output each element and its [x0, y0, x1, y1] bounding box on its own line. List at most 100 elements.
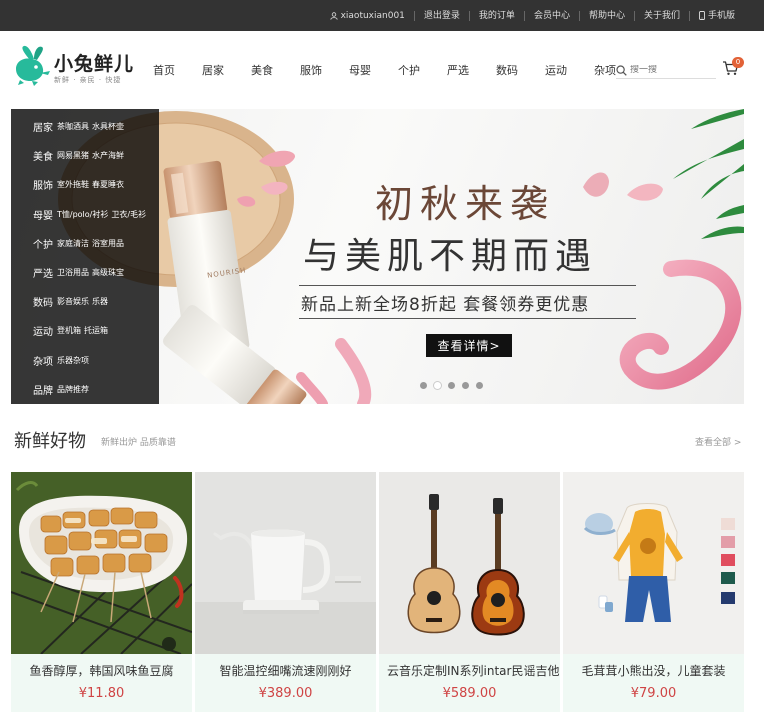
nav-item-sports[interactable]: 运动	[545, 62, 567, 78]
side-menu-item-misc[interactable]: 杂项 乐器杂项	[11, 346, 159, 375]
side-menu-category[interactable]: 运动	[33, 323, 53, 338]
product-price: ¥589.00	[442, 686, 497, 701]
side-menu-item-home[interactable]: 居家 茶咖酒具 水具杯壶	[11, 112, 159, 141]
side-menu-item-personal-care[interactable]: 个护 家庭清洁 浴室用品	[11, 229, 159, 258]
side-menu-category[interactable]: 服饰	[33, 177, 53, 192]
side-menu-subcategory[interactable]: 乐器	[92, 296, 108, 307]
mobile-version-label: 手机版	[707, 10, 735, 21]
side-menu-subcategory[interactable]: 登机箱	[57, 325, 81, 336]
side-menu-subcategory[interactable]: 影音娱乐	[57, 296, 89, 307]
side-menu-item-food[interactable]: 美食 网易黑猪 水产海鲜	[11, 141, 159, 170]
side-menu-category[interactable]: 数码	[33, 294, 53, 309]
product-list: 鱼香醇厚，韩国风味鱼豆腐 ¥11.80 智能温控细嘴流速刚刚好 ¥389.00	[11, 472, 744, 712]
side-menu-item-apparel[interactable]: 服饰 室外拖鞋 春夏睡衣	[11, 170, 159, 199]
cart-button[interactable]: 0	[722, 57, 744, 80]
nav-item-selected[interactable]: 严选	[447, 62, 469, 78]
side-menu-category[interactable]: 严选	[33, 265, 53, 280]
search-input[interactable]	[630, 65, 710, 75]
banner-divider-top	[299, 285, 636, 286]
nav-item-home[interactable]: 首页	[153, 62, 175, 78]
side-menu-subcategory[interactable]: 网易黑猪	[57, 150, 89, 161]
side-menu-subcategory[interactable]: 乐器杂项	[57, 355, 89, 366]
banner-details-button[interactable]: 查看详情>	[426, 334, 512, 357]
banner-title: 初秋来袭	[375, 182, 556, 226]
header: 小兔鲜儿 新鲜 · 亲民 · 快捷 首页 居家 美食 服饰 母婴 个护 严选 数…	[0, 31, 764, 109]
carousel-dot[interactable]	[462, 382, 469, 389]
my-orders-link[interactable]: 我的订单	[468, 10, 524, 21]
site-logo[interactable]: 小兔鲜儿 新鲜 · 亲民 · 快捷	[12, 43, 133, 89]
side-menu-category[interactable]: 品牌	[33, 382, 53, 397]
side-menu-item-selected[interactable]: 严选 卫浴用品 高级珠宝	[11, 258, 159, 287]
main-nav: 首页 居家 美食 服饰 母婴 个护 严选 数码 运动 杂项	[153, 31, 643, 109]
product-price: ¥79.00	[630, 686, 677, 701]
category-side-menu: 居家 茶咖酒具 水具杯壶 美食 网易黑猪 水产海鲜 服饰 室外拖鞋 春夏睡衣 母…	[11, 109, 159, 404]
help-center-link[interactable]: 帮助中心	[578, 10, 634, 21]
product-name[interactable]: 毛茸茸小熊出没，儿童套装	[563, 662, 744, 679]
carousel-indicators	[420, 382, 483, 389]
section-title: 新鲜好物	[14, 431, 86, 452]
banner-divider-bottom	[299, 318, 636, 319]
phone-icon	[699, 11, 705, 20]
cart-count-badge: 0	[732, 57, 744, 68]
side-menu-subcategory[interactable]: 浴室用品	[92, 238, 124, 249]
product-name[interactable]: 智能温控细嘴流速刚刚好	[195, 662, 376, 679]
view-all-link[interactable]: 查看全部 >	[695, 435, 741, 448]
product-image-kids-clothes[interactable]	[563, 472, 744, 654]
nav-item-digital[interactable]: 数码	[496, 62, 518, 78]
side-menu-item-baby[interactable]: 母婴 T恤/polo/衬衫 卫衣/毛衫	[11, 200, 159, 229]
member-center-link[interactable]: 会员中心	[523, 10, 579, 21]
side-menu-subcategory[interactable]: 高级珠宝	[92, 267, 124, 278]
product-name[interactable]: 云音乐定制IN系列intar民谣吉他	[379, 662, 560, 679]
nav-item-food[interactable]: 美食	[251, 62, 273, 78]
side-menu-category[interactable]: 个护	[33, 236, 53, 251]
side-menu-category[interactable]: 美食	[33, 148, 53, 163]
carousel-dot[interactable]	[448, 382, 455, 389]
nav-item-personal-care[interactable]: 个护	[398, 62, 420, 78]
side-menu-subcategory[interactable]: 品牌推荐	[57, 384, 89, 395]
about-us-link[interactable]: 关于我们	[633, 10, 689, 21]
side-menu-category[interactable]: 居家	[33, 119, 53, 134]
side-menu-subcategory[interactable]: 春夏睡衣	[92, 179, 124, 190]
product-card[interactable]: 云音乐定制IN系列intar民谣吉他 ¥589.00	[379, 472, 560, 712]
search-icon[interactable]	[616, 61, 627, 80]
top-bar: xiaotuxian001 退出登录 我的订单 会员中心 帮助中心 关于我们 手…	[0, 0, 764, 31]
username-label: xiaotuxian001	[340, 10, 405, 21]
product-image-guitars[interactable]	[379, 472, 560, 654]
side-menu-category[interactable]: 杂项	[33, 353, 53, 368]
nav-item-baby[interactable]: 母婴	[349, 62, 371, 78]
carousel-dot[interactable]	[420, 382, 427, 389]
side-menu-subcategory[interactable]: 茶咖酒具	[57, 121, 89, 132]
product-image-kettle[interactable]	[195, 472, 376, 654]
hero-banner[interactable]: NOURISH 初秋来袭 与美肌不期而遇 新品上新全场8折起 套餐领券更优惠 查…	[11, 109, 744, 404]
carousel-dot-active[interactable]	[434, 382, 441, 389]
user-icon	[329, 11, 338, 20]
mobile-version-link[interactable]: 手机版	[688, 10, 744, 21]
nav-item-home-goods[interactable]: 居家	[202, 62, 224, 78]
carousel-dot[interactable]	[476, 382, 483, 389]
nav-item-apparel[interactable]: 服饰	[300, 62, 322, 78]
side-menu-subcategory[interactable]: 室外拖鞋	[57, 179, 89, 190]
side-menu-subcategory[interactable]: 家庭清洁	[57, 238, 89, 249]
side-menu-subcategory[interactable]: 水具杯壶	[92, 121, 124, 132]
product-card[interactable]: 智能温控细嘴流速刚刚好 ¥389.00	[195, 472, 376, 712]
side-menu-subcategory[interactable]: 托运箱	[84, 325, 108, 336]
banner-headline: 与美肌不期而遇	[303, 236, 598, 277]
user-account-link[interactable]: xiaotuxian001	[321, 11, 414, 21]
product-name[interactable]: 鱼香醇厚，韩国风味鱼豆腐	[11, 662, 192, 679]
product-price: ¥389.00	[258, 686, 313, 701]
product-card[interactable]: 毛茸茸小熊出没，儿童套装 ¥79.00	[563, 472, 744, 712]
product-image-fish-tofu[interactable]	[11, 472, 192, 654]
side-menu-subcategory[interactable]: 卫衣/毛衫	[111, 209, 146, 220]
side-menu-subcategory[interactable]: 卫浴用品	[57, 267, 89, 278]
logout-link[interactable]: 退出登录	[413, 10, 469, 21]
side-menu-item-sports[interactable]: 运动 登机箱 托运箱	[11, 316, 159, 345]
side-menu-item-digital[interactable]: 数码 影音娱乐 乐器	[11, 287, 159, 316]
side-menu-subcategory[interactable]: 水产海鲜	[92, 150, 124, 161]
nav-item-misc[interactable]: 杂项	[594, 62, 616, 78]
side-menu-subcategory[interactable]: T恤/polo/衬衫	[57, 209, 108, 220]
logo-slogan: 新鲜 · 亲民 · 快捷	[54, 76, 122, 84]
rabbit-logo-icon	[16, 45, 50, 86]
side-menu-category[interactable]: 母婴	[33, 207, 53, 222]
product-card[interactable]: 鱼香醇厚，韩国风味鱼豆腐 ¥11.80	[11, 472, 192, 712]
side-menu-item-brand[interactable]: 品牌 品牌推荐	[11, 375, 159, 404]
